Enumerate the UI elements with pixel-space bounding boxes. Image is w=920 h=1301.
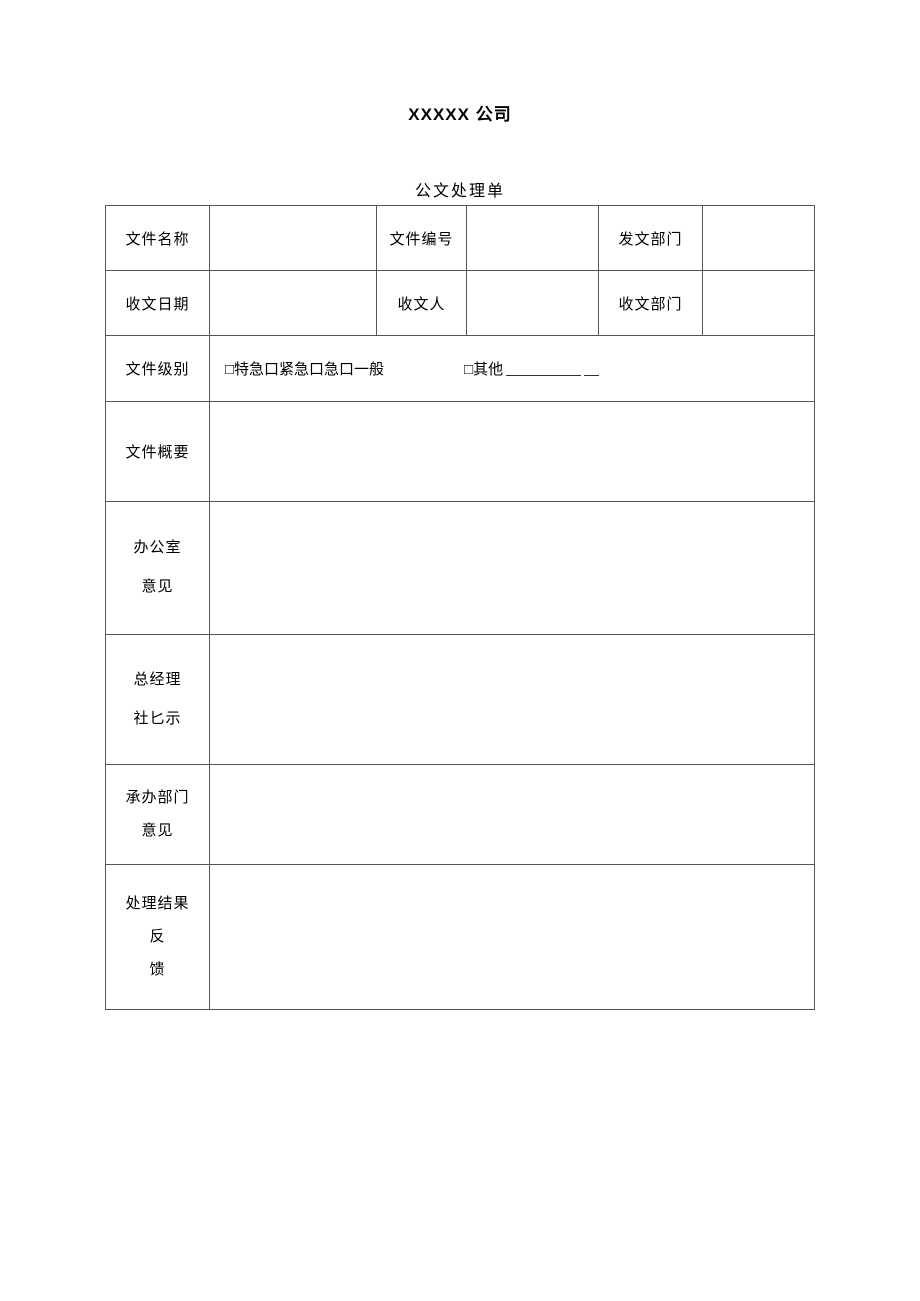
input-receiving-dept[interactable] [703, 271, 815, 336]
label-manager-line2: 社匕示 [106, 700, 209, 739]
label-file-summary: 文件概要 [106, 402, 210, 502]
label-office-line2: 意见 [106, 568, 209, 607]
label-result-line2: 反 [106, 921, 209, 954]
input-file-number[interactable] [467, 206, 599, 271]
input-manager-instruction[interactable] [210, 635, 815, 765]
input-result-feedback[interactable] [210, 865, 815, 1010]
level-option-other[interactable]: □其他 [464, 358, 503, 379]
input-office-opinion[interactable] [210, 502, 815, 635]
input-file-name[interactable] [210, 206, 377, 271]
level-other-underline[interactable] [506, 362, 581, 376]
form-title: 公文处理单 [105, 177, 815, 201]
label-undertake-line1: 承办部门 [106, 782, 209, 815]
label-result-line3: 馈 [106, 954, 209, 987]
level-options-combined[interactable]: □特急口紧急口急口一般 [225, 358, 384, 379]
input-file-level[interactable]: □特急口紧急口急口一般 □其他 [210, 336, 815, 402]
input-file-summary[interactable] [210, 402, 815, 502]
label-file-number: 文件编号 [377, 206, 467, 271]
label-file-name: 文件名称 [106, 206, 210, 271]
input-undertake-opinion[interactable] [210, 765, 815, 865]
label-issuing-dept: 发文部门 [599, 206, 703, 271]
label-manager-instruction: 总经理 社匕示 [106, 635, 210, 765]
document-form-table: 文件名称 文件编号 发文部门 收文日期 收文人 收文部门 文件级别 □特急口紧急… [105, 205, 815, 1010]
label-undertake-opinion: 承办部门 意见 [106, 765, 210, 865]
level-other-underline-2[interactable] [584, 362, 599, 376]
input-receive-date[interactable] [210, 271, 377, 336]
label-file-level: 文件级别 [106, 336, 210, 402]
label-receive-date: 收文日期 [106, 271, 210, 336]
label-office-opinion: 办公室 意见 [106, 502, 210, 635]
label-office-line1: 办公室 [106, 529, 209, 568]
company-title: XXXXX 公司 [105, 100, 815, 125]
label-receiver: 收文人 [377, 271, 467, 336]
label-receiving-dept: 收文部门 [599, 271, 703, 336]
input-issuing-dept[interactable] [703, 206, 815, 271]
input-receiver[interactable] [467, 271, 599, 336]
label-result-line1: 处理结果 [106, 888, 209, 921]
label-manager-line1: 总经理 [106, 661, 209, 700]
label-undertake-line2: 意见 [106, 815, 209, 848]
label-result-feedback: 处理结果 反 馈 [106, 865, 210, 1010]
